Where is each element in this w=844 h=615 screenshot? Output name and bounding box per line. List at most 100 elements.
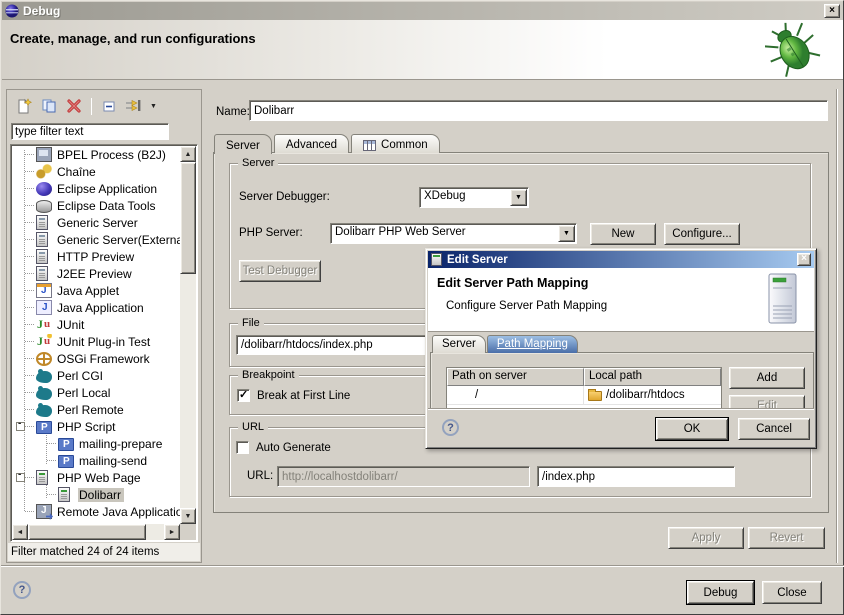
revert-button[interactable]: Revert xyxy=(748,527,825,549)
osgi-icon xyxy=(36,352,52,366)
toolbar-separator xyxy=(91,98,92,115)
tree-item[interactable]: JUnit Plug-in Test xyxy=(12,333,180,350)
scrollbar-corner xyxy=(180,524,196,540)
tree-item[interactable]: Generic Server xyxy=(12,214,180,231)
name-label: Name: xyxy=(216,106,250,118)
help-icon[interactable]: ? xyxy=(442,419,459,436)
test-debugger-button[interactable]: Test Debugger xyxy=(239,260,321,282)
window-titlebar[interactable]: Debug × xyxy=(2,2,843,20)
tree-item[interactable]: mailing-send xyxy=(12,452,180,469)
table-header-row: Path on server Local path xyxy=(447,368,721,386)
tree-item[interactable]: Remote Java Application xyxy=(12,503,180,520)
scroll-right-icon[interactable]: ► xyxy=(164,524,180,540)
collapse-all-icon[interactable] xyxy=(100,97,118,115)
cancel-button[interactable]: Cancel xyxy=(738,418,810,440)
tree-item[interactable]: Eclipse Application xyxy=(12,180,180,197)
chevron-down-icon[interactable]: ▼ xyxy=(510,189,527,206)
configurations-sidebar: ▼ BPEL Process (B2J) Chaîne Eclipse Appl… xyxy=(6,89,202,563)
new-server-button[interactable]: New xyxy=(590,223,656,245)
help-icon[interactable]: ? xyxy=(13,581,31,599)
database-icon xyxy=(36,200,52,213)
close-icon[interactable]: × xyxy=(824,4,840,18)
filter-status: Filter matched 24 of 24 items xyxy=(8,543,200,561)
php-icon xyxy=(58,455,74,468)
debug-button[interactable]: Debug xyxy=(687,581,754,604)
duplicate-icon[interactable] xyxy=(40,97,58,115)
filter-input[interactable] xyxy=(11,123,169,140)
tab-server[interactable]: Server xyxy=(432,335,486,353)
tree-item[interactable]: Perl Remote xyxy=(12,401,180,418)
tree-item[interactable]: PHP Web Page xyxy=(12,469,180,486)
close-icon[interactable]: × xyxy=(797,253,811,266)
scroll-left-icon[interactable]: ◄ xyxy=(12,524,28,540)
configure-server-button[interactable]: Configure... xyxy=(664,223,740,245)
filter-menu-chevron-icon[interactable]: ▼ xyxy=(150,103,157,110)
tree-item[interactable]: Generic Server(External La xyxy=(12,231,180,248)
tab-server[interactable]: Server xyxy=(214,134,272,154)
horizontal-scrollbar[interactable]: ◄ ► xyxy=(12,524,180,540)
bug-icon xyxy=(765,22,821,80)
tree-item[interactable]: JUnit xyxy=(12,316,180,333)
close-button[interactable]: Close xyxy=(762,581,822,604)
tree-item-selected[interactable]: Dolibarr xyxy=(12,486,180,503)
applet-icon xyxy=(36,283,52,298)
php-server-icon xyxy=(58,487,70,502)
collapse-toggle-icon[interactable] xyxy=(16,473,25,482)
tree-item[interactable]: PHP Script xyxy=(12,418,180,435)
java-icon xyxy=(36,300,52,315)
php-icon xyxy=(58,438,74,451)
tab-advanced[interactable]: Advanced xyxy=(274,134,349,153)
junit-icon xyxy=(36,317,52,332)
tab-path-mapping[interactable]: Path Mapping xyxy=(487,335,578,353)
php-server-label: PHP Server: xyxy=(239,227,303,239)
scroll-down-icon[interactable]: ▼ xyxy=(180,508,196,524)
tree-item[interactable]: Chaîne xyxy=(12,163,180,180)
edit-mapping-button[interactable]: Edit xyxy=(729,395,805,409)
auto-generate-label: Auto Generate xyxy=(256,442,331,454)
php-icon xyxy=(36,421,52,434)
break-first-line-label: Break at First Line xyxy=(257,390,350,402)
edit-server-dialog: Edit Server × Edit Server Path Mapping C… xyxy=(425,248,817,449)
window-title: Debug xyxy=(23,4,820,18)
new-configuration-icon[interactable] xyxy=(15,97,33,115)
tree-item[interactable]: Java Application xyxy=(12,299,180,316)
tree-item[interactable]: J2EE Preview xyxy=(12,265,180,282)
server-debugger-select[interactable]: XDebug ▼ xyxy=(419,187,529,208)
tab-common[interactable]: Common xyxy=(351,134,440,153)
ok-button[interactable]: OK xyxy=(656,418,728,440)
debug-configurations-window: Debug × Create, manage, and run configur… xyxy=(0,0,844,615)
tree-item[interactable]: BPEL Process (B2J) xyxy=(12,146,180,163)
dialog-titlebar[interactable]: Edit Server × xyxy=(428,251,814,268)
tree-item[interactable]: Java Applet xyxy=(12,282,180,299)
dialog-banner: Edit Server Path Mapping Configure Serve… xyxy=(428,268,814,332)
eclipse-sphere-icon xyxy=(36,182,52,196)
tree-item[interactable]: HTTP Preview xyxy=(12,248,180,265)
tree-item[interactable]: Eclipse Data Tools xyxy=(12,197,180,214)
scroll-up-icon[interactable]: ▲ xyxy=(180,146,196,162)
server-icon xyxy=(431,253,442,266)
scrollbar-thumb[interactable] xyxy=(28,524,146,540)
apply-button[interactable]: Apply xyxy=(668,527,744,549)
delete-icon[interactable] xyxy=(65,97,83,115)
server-icon xyxy=(36,266,48,281)
filter-icon[interactable] xyxy=(125,97,143,115)
vertical-scrollbar[interactable]: ▲ ▼ xyxy=(180,146,196,524)
php-server-select[interactable]: Dolibarr PHP Web Server ▼ xyxy=(330,223,577,244)
collapse-toggle-icon[interactable] xyxy=(16,422,25,431)
break-first-line-checkbox[interactable] xyxy=(237,389,250,402)
add-mapping-button[interactable]: Add xyxy=(729,367,805,389)
auto-generate-checkbox[interactable] xyxy=(236,441,249,454)
chevron-down-icon[interactable]: ▼ xyxy=(558,225,575,242)
tree-item[interactable]: Perl CGI xyxy=(12,367,180,384)
dialog-subheading: Configure Server Path Mapping xyxy=(446,300,607,312)
tree-item[interactable]: OSGi Framework xyxy=(12,350,180,367)
scrollbar-thumb[interactable] xyxy=(180,162,196,274)
column-header-local-path[interactable]: Local path xyxy=(584,368,721,386)
dialog-tabs: Server Path Mapping xyxy=(432,335,579,353)
column-header-path-on-server[interactable]: Path on server xyxy=(447,368,584,386)
tree-item[interactable]: Perl Local xyxy=(12,384,180,401)
url-path-input[interactable] xyxy=(537,466,735,487)
tree-item[interactable]: mailing-prepare xyxy=(12,435,180,452)
name-input[interactable] xyxy=(249,100,828,121)
table-row[interactable]: / /dolibarr/htdocs xyxy=(447,386,721,404)
